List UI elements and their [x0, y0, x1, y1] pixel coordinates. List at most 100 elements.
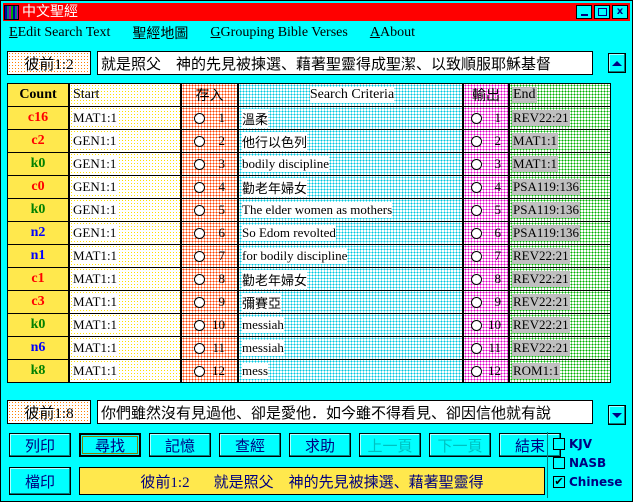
radio-icon[interactable] [471, 273, 482, 285]
checkbox-unchecked-icon[interactable] [553, 456, 565, 469]
table-row[interactable]: c2 [7, 129, 69, 153]
version-checkbox-kjv[interactable]: KJV [553, 434, 631, 453]
end-cell[interactable]: REV22:21 [509, 290, 611, 314]
search-button[interactable]: 尋找 [79, 433, 141, 457]
end-cell[interactable]: REV22:21 [509, 106, 611, 130]
scroll-up-button[interactable] [608, 53, 626, 73]
output-cell[interactable]: 3 [463, 152, 509, 176]
file-print-button[interactable]: 檔印 [9, 467, 71, 495]
radio-icon[interactable] [471, 158, 482, 170]
end-cell[interactable]: ROM1:1 [509, 359, 611, 383]
output-cell[interactable]: 4 [463, 175, 509, 199]
end-cell[interactable]: REV22:21 [509, 244, 611, 268]
end-cell[interactable]: MAT1:1 [509, 129, 611, 153]
output-cell[interactable]: 8 [463, 267, 509, 291]
output-cell[interactable]: 10 [463, 313, 509, 337]
table-row[interactable]: c16 [7, 106, 69, 130]
save-in-cell[interactable]: 4 [181, 175, 238, 199]
output-cell[interactable]: 11 [463, 336, 509, 360]
radio-icon[interactable] [471, 250, 482, 262]
table-row[interactable]: c1 [7, 267, 69, 291]
criteria-cell[interactable]: bodily discipline [238, 152, 463, 176]
bottom-verse-text[interactable]: 你們雖然沒有見過他、卻是愛他．如今雖不得看見、卻因信他就有說 [97, 400, 593, 424]
menu-item-bible-map[interactable]: 聖經地圖 [132, 23, 188, 43]
radio-icon[interactable] [194, 319, 205, 331]
table-row[interactable]: k0 [7, 198, 69, 222]
radio-icon[interactable] [194, 227, 205, 239]
start-cell[interactable]: GEN1:1 [69, 221, 181, 245]
start-cell[interactable]: GEN1:1 [69, 175, 181, 199]
save-in-cell[interactable]: 11 [181, 336, 238, 360]
start-cell[interactable]: MAT1:1 [69, 290, 181, 314]
table-row[interactable]: k8 [7, 359, 69, 383]
start-cell[interactable]: MAT1:1 [69, 359, 181, 383]
checkbox-checked-icon[interactable]: ✔ [553, 475, 565, 488]
end-cell[interactable]: PSA119:136 [509, 221, 611, 245]
radio-icon[interactable] [471, 181, 482, 193]
output-cell[interactable]: 1 [463, 106, 509, 130]
radio-icon[interactable] [194, 135, 205, 147]
start-cell[interactable]: MAT1:1 [69, 313, 181, 337]
radio-icon[interactable] [194, 273, 205, 285]
criteria-cell[interactable]: for bodily discipline [238, 244, 463, 268]
scroll-down-button[interactable] [608, 405, 626, 425]
start-cell[interactable]: GEN1:1 [69, 152, 181, 176]
start-cell[interactable]: GEN1:1 [69, 129, 181, 153]
end-cell[interactable]: REV22:21 [509, 336, 611, 360]
start-cell[interactable]: MAT1:1 [69, 244, 181, 268]
end-cell[interactable]: REV22:21 [509, 313, 611, 337]
output-cell[interactable]: 12 [463, 359, 509, 383]
output-cell[interactable]: 5 [463, 198, 509, 222]
criteria-cell[interactable]: So Edom revolted [238, 221, 463, 245]
version-checkbox-nasb[interactable]: NASB [553, 453, 631, 472]
maximize-button[interactable] [594, 5, 610, 19]
end-cell[interactable]: REV22:21 [509, 267, 611, 291]
table-row[interactable]: c3 [7, 290, 69, 314]
exit-button[interactable]: 結束 [499, 433, 561, 457]
start-cell[interactable]: GEN1:1 [69, 198, 181, 222]
radio-icon[interactable] [471, 296, 482, 308]
print-button[interactable]: 列印 [9, 433, 71, 457]
start-cell[interactable]: MAT1:1 [69, 106, 181, 130]
radio-icon[interactable] [194, 342, 205, 354]
help-button[interactable]: 求助 [289, 433, 351, 457]
criteria-cell[interactable]: 彌賽亞 [238, 290, 463, 314]
table-row[interactable]: c0 [7, 175, 69, 199]
bottom-verse-reference[interactable]: 彼前1:8 [7, 400, 91, 424]
output-cell[interactable]: 7 [463, 244, 509, 268]
radio-icon[interactable] [471, 112, 482, 124]
save-in-cell[interactable]: 12 [181, 359, 238, 383]
study-button[interactable]: 查經 [219, 433, 281, 457]
radio-icon[interactable] [194, 365, 205, 377]
save-in-cell[interactable]: 9 [181, 290, 238, 314]
top-verse-reference[interactable]: 彼前1:2 [7, 51, 91, 75]
top-verse-text[interactable]: 就是照父 神的先見被揀選、藉著聖靈得成聖潔、以致順服耶穌基督 [97, 51, 593, 75]
save-in-cell[interactable]: 8 [181, 267, 238, 291]
save-in-cell[interactable]: 3 [181, 152, 238, 176]
menu-item-grouping-bible-verses[interactable]: GGrouping Bible Verses [210, 25, 347, 41]
radio-icon[interactable] [471, 342, 482, 354]
criteria-cell[interactable]: 勸老年婦女 [238, 175, 463, 199]
version-checkbox-chinese[interactable]: ✔ Chinese [553, 472, 631, 491]
criteria-cell[interactable]: messiah [238, 336, 463, 360]
save-in-cell[interactable]: 10 [181, 313, 238, 337]
table-row[interactable]: n1 [7, 244, 69, 268]
menu-item-edit-search-text[interactable]: EEdit Search Text [9, 25, 110, 41]
criteria-cell[interactable]: The elder women as mothers [238, 198, 463, 222]
radio-icon[interactable] [471, 135, 482, 147]
end-cell[interactable]: PSA119:136 [509, 198, 611, 222]
checkbox-unchecked-icon[interactable] [553, 437, 565, 450]
criteria-cell[interactable]: messiah [238, 313, 463, 337]
radio-icon[interactable] [471, 204, 482, 216]
radio-icon[interactable] [194, 158, 205, 170]
output-cell[interactable]: 9 [463, 290, 509, 314]
output-cell[interactable]: 2 [463, 129, 509, 153]
radio-icon[interactable] [471, 227, 482, 239]
output-cell[interactable]: 6 [463, 221, 509, 245]
menu-item-about[interactable]: AAbout [370, 25, 415, 41]
table-row[interactable]: n2 [7, 221, 69, 245]
save-in-cell[interactable]: 6 [181, 221, 238, 245]
save-in-cell[interactable]: 7 [181, 244, 238, 268]
table-row[interactable]: k0 [7, 313, 69, 337]
radio-icon[interactable] [471, 319, 482, 331]
